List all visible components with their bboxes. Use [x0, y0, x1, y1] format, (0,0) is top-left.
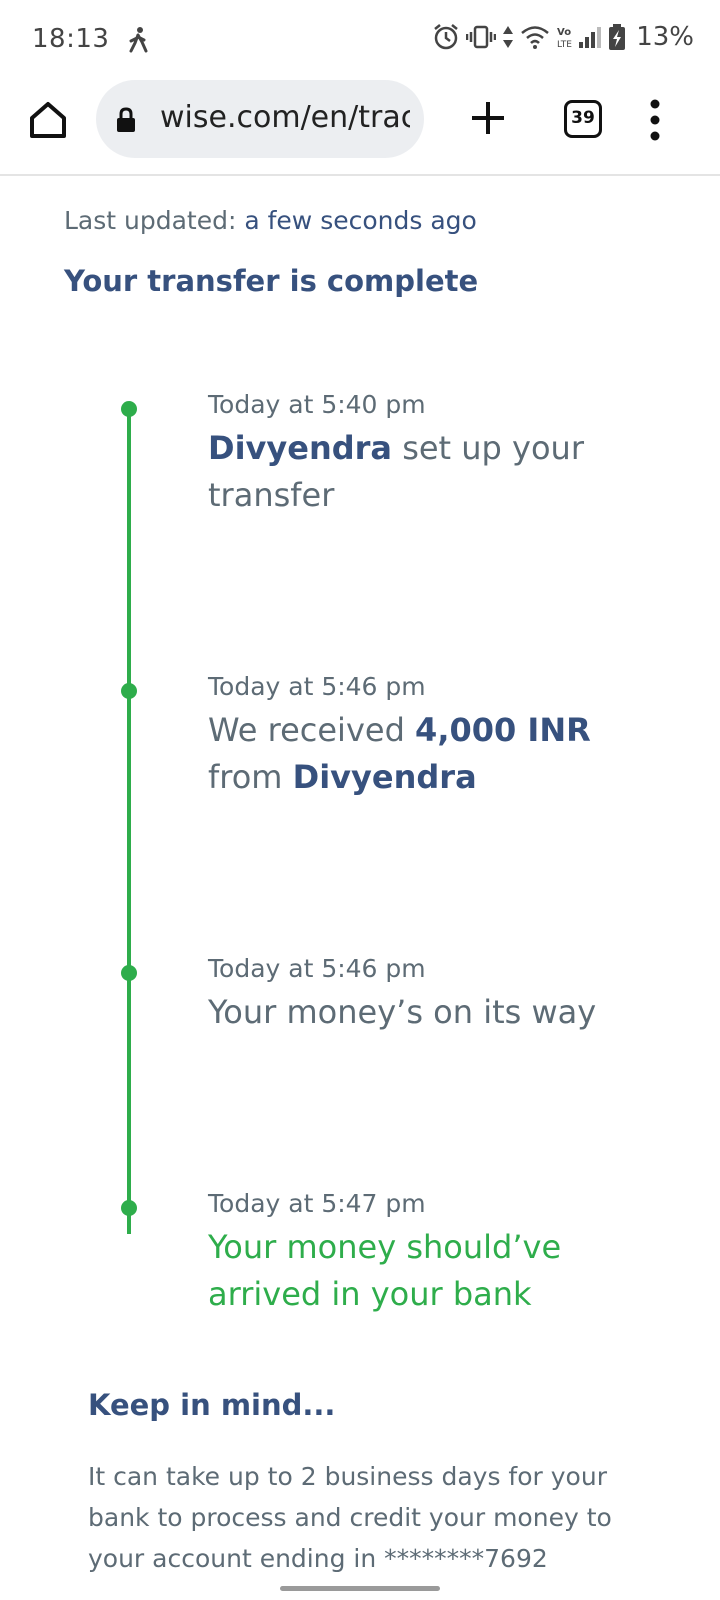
timeline-time: Today at 5:47 pm — [208, 1189, 426, 1218]
timeline-time: Today at 5:46 pm — [208, 954, 426, 983]
timeline-dot — [121, 965, 137, 981]
timeline-dot — [121, 1200, 137, 1216]
sender-name: Divyendra — [208, 429, 393, 467]
walking-icon — [129, 27, 148, 53]
svg-text:LTE: LTE — [557, 40, 572, 50]
sender-name: Divyendra — [292, 758, 477, 796]
timeline-line — [127, 416, 131, 1234]
address-bar[interactable]: wise.com/en/trac — [96, 80, 424, 158]
timeline-dot — [121, 401, 137, 417]
url-text: wise.com/en/trac — [160, 100, 410, 135]
more-vert-icon[interactable] — [650, 98, 660, 142]
keep-in-mind-body: It can take up to 2 business days for yo… — [88, 1462, 612, 1573]
timeline-step-setup: Today at 5:40 pm Divyendra set up your t… — [208, 390, 678, 519]
last-updated-value: a few seconds ago — [244, 206, 477, 235]
timeline-step-arrived: Today at 5:47 pm Your money should’ve ar… — [208, 1189, 678, 1318]
home-icon[interactable] — [26, 98, 70, 142]
timeline-description: We received 4,000 INR from Divyendra — [208, 711, 591, 796]
signal-icon — [579, 27, 602, 48]
plus-icon[interactable] — [470, 100, 506, 136]
transfer-status-headline: Your transfer is complete — [64, 264, 479, 298]
last-updated-label: Last updated: — [64, 206, 245, 235]
wifi-icon — [521, 26, 550, 49]
volte-icon: Vo LTE — [557, 27, 572, 50]
battery-charging-icon — [609, 24, 626, 50]
timeline-description: Divyendra set up your transfer — [208, 429, 584, 514]
status-icons: Vo LTE 13% — [432, 22, 694, 52]
status-bar: 18:13 Vo LTE 13% — [0, 0, 720, 78]
tabs-icon[interactable]: 39 — [564, 100, 602, 138]
timeline-time: Today at 5:40 pm — [208, 390, 426, 419]
last-updated: Last updated: a few seconds ago — [64, 206, 477, 235]
timeline-step-on-its-way: Today at 5:46 pm Your money’s on its way — [208, 954, 678, 1036]
status-time: 18:13 — [32, 24, 110, 54]
data-arrows-icon — [503, 26, 514, 48]
browser-toolbar: wise.com/en/trac 39 — [0, 78, 720, 176]
svg-text:Vo: Vo — [557, 27, 571, 38]
gesture-bar[interactable] — [280, 1586, 440, 1591]
timeline-description: Your money should’ve arrived in your ban… — [208, 1228, 562, 1313]
keep-in-mind-title: Keep in mind... — [88, 1388, 336, 1422]
battery-percent: 13% — [636, 22, 694, 52]
timeline-description: Your money’s on its way — [208, 993, 597, 1031]
timeline-dot — [121, 683, 137, 699]
vibrate-icon — [466, 25, 497, 49]
alarm-icon — [434, 24, 458, 50]
amount: 4,000 INR — [415, 711, 591, 749]
timeline-time: Today at 5:46 pm — [208, 672, 426, 701]
timeline-step-received: Today at 5:46 pm We received 4,000 INR f… — [208, 672, 678, 801]
lock-icon — [117, 107, 135, 132]
